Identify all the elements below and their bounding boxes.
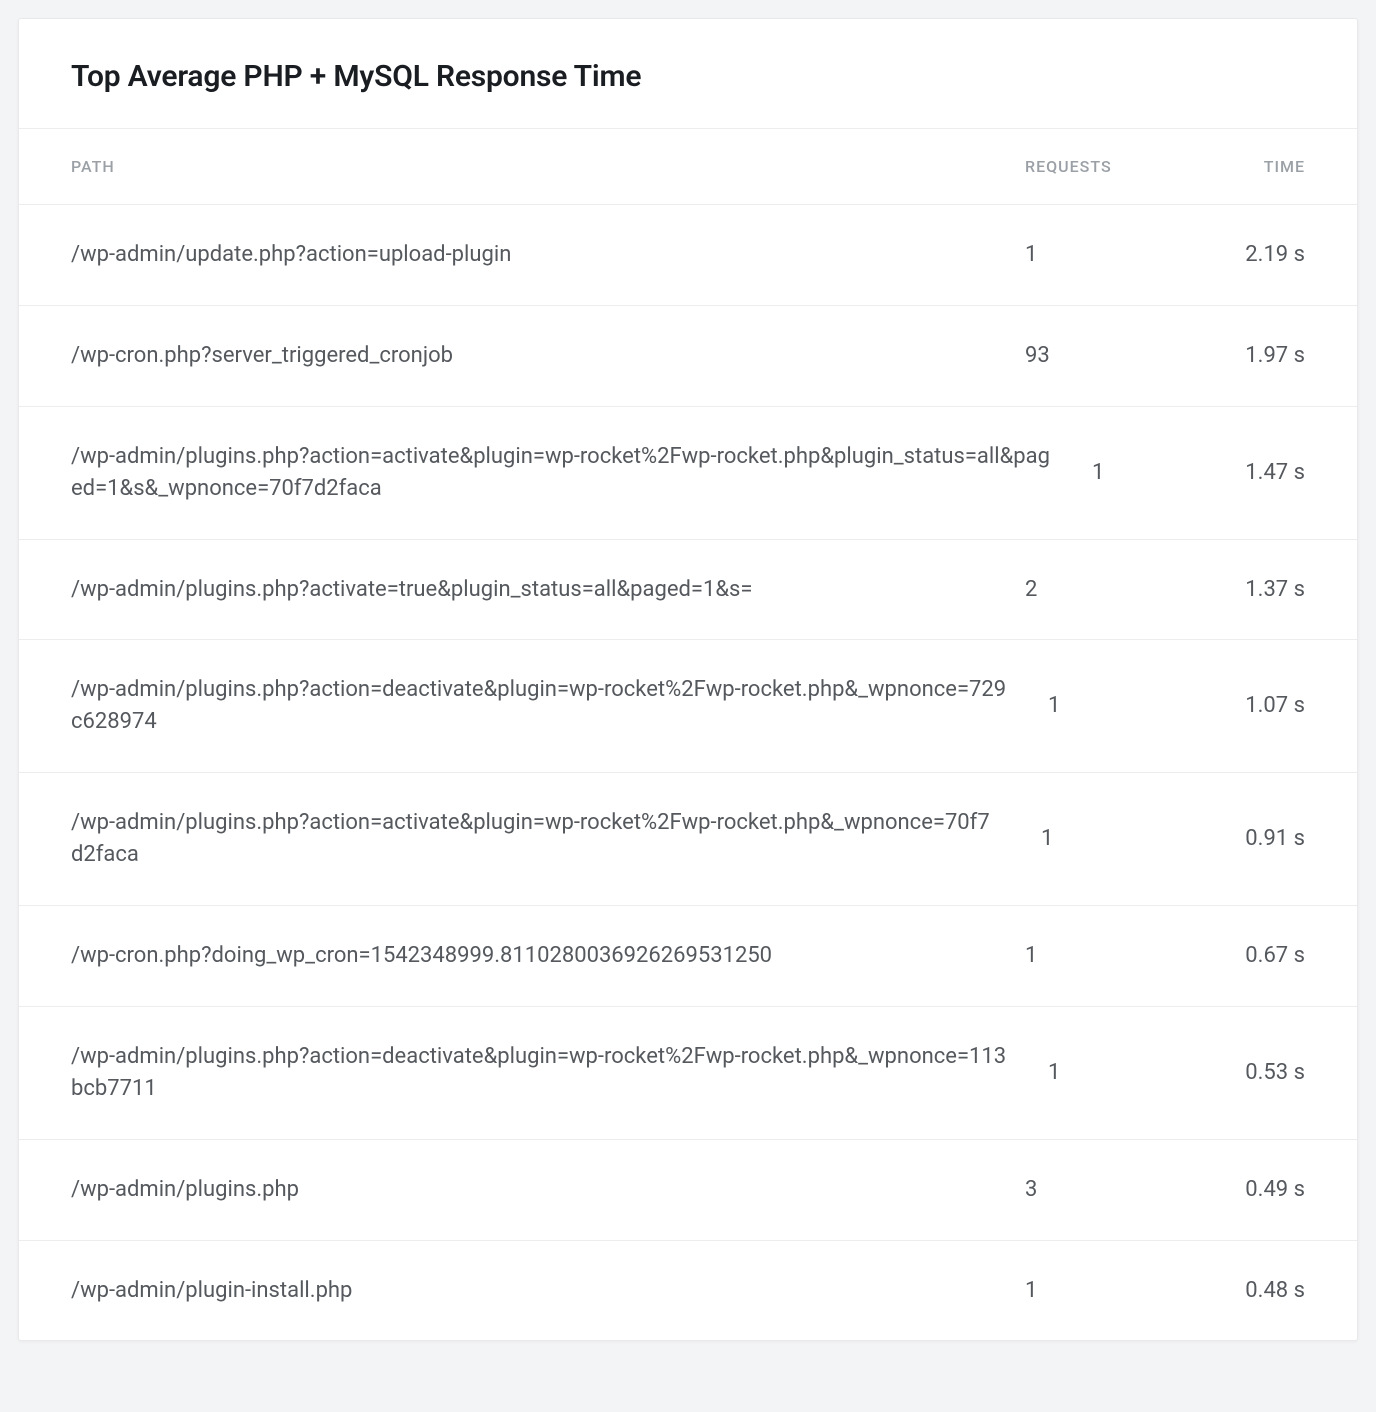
column-header-path[interactable]: PATH bbox=[71, 157, 1025, 176]
table-header-row: PATH REQUESTS TIME bbox=[19, 129, 1357, 205]
cell-path: /wp-admin/plugins.php?action=deactivate&… bbox=[71, 674, 1048, 738]
table-row[interactable]: /wp-admin/update.php?action=upload-plugi… bbox=[19, 205, 1357, 306]
cell-time: 1.97 s bbox=[1185, 340, 1305, 372]
cell-requests: 2 bbox=[1025, 574, 1185, 606]
table-row[interactable]: /wp-admin/plugins.php?action=deactivate&… bbox=[19, 640, 1357, 773]
cell-time: 1.47 s bbox=[1214, 457, 1305, 489]
cell-path: /wp-admin/plugins.php?action=activate&pl… bbox=[71, 807, 1041, 871]
column-header-time[interactable]: TIME bbox=[1185, 157, 1305, 176]
cell-time: 1.37 s bbox=[1185, 574, 1305, 606]
cell-path: /wp-cron.php?server_triggered_cronjob bbox=[71, 340, 1025, 372]
cell-requests: 1 bbox=[1025, 1275, 1185, 1307]
card-title: Top Average PHP + MySQL Response Time bbox=[71, 59, 1305, 94]
cell-time: 0.91 s bbox=[1192, 823, 1305, 855]
table-row[interactable]: /wp-admin/plugins.php?action=deactivate&… bbox=[19, 1007, 1357, 1140]
cell-time: 2.19 s bbox=[1185, 239, 1305, 271]
table-row[interactable]: /wp-cron.php?server_triggered_cronjob931… bbox=[19, 306, 1357, 407]
cell-path: /wp-admin/plugin-install.php bbox=[71, 1275, 1025, 1307]
cell-requests: 1 bbox=[1048, 1057, 1195, 1089]
column-header-requests[interactable]: REQUESTS bbox=[1025, 157, 1185, 176]
table-row[interactable]: /wp-admin/plugin-install.php10.48 s bbox=[19, 1241, 1357, 1341]
cell-requests: 1 bbox=[1092, 457, 1214, 489]
cell-path: /wp-admin/plugins.php?activate=true&plug… bbox=[71, 574, 1025, 606]
cell-requests: 1 bbox=[1025, 239, 1185, 271]
table-row[interactable]: /wp-admin/plugins.php?action=activate&pl… bbox=[19, 407, 1357, 540]
table-row[interactable]: /wp-cron.php?doing_wp_cron=1542348999.81… bbox=[19, 906, 1357, 1007]
cell-time: 0.53 s bbox=[1195, 1057, 1305, 1089]
table-row[interactable]: /wp-admin/plugins.php?activate=true&plug… bbox=[19, 540, 1357, 641]
cell-requests: 1 bbox=[1041, 823, 1192, 855]
cell-path: /wp-cron.php?doing_wp_cron=1542348999.81… bbox=[71, 940, 1025, 972]
cell-requests: 3 bbox=[1025, 1174, 1185, 1206]
cell-time: 0.49 s bbox=[1185, 1174, 1305, 1206]
table-row[interactable]: /wp-admin/plugins.php30.49 s bbox=[19, 1140, 1357, 1241]
card-header: Top Average PHP + MySQL Response Time bbox=[19, 19, 1357, 129]
response-time-card: Top Average PHP + MySQL Response Time PA… bbox=[18, 18, 1358, 1341]
cell-path: /wp-admin/plugins.php?action=deactivate&… bbox=[71, 1041, 1048, 1105]
cell-requests: 1 bbox=[1025, 940, 1185, 972]
cell-time: 0.67 s bbox=[1185, 940, 1305, 972]
cell-requests: 93 bbox=[1025, 340, 1185, 372]
cell-path: /wp-admin/plugins.php?action=activate&pl… bbox=[71, 441, 1092, 505]
cell-time: 0.48 s bbox=[1185, 1275, 1305, 1307]
cell-requests: 1 bbox=[1048, 690, 1195, 722]
table-body: /wp-admin/update.php?action=upload-plugi… bbox=[19, 205, 1357, 1340]
table-row[interactable]: /wp-admin/plugins.php?action=activate&pl… bbox=[19, 773, 1357, 906]
cell-path: /wp-admin/plugins.php bbox=[71, 1174, 1025, 1206]
cell-time: 1.07 s bbox=[1195, 690, 1305, 722]
cell-path: /wp-admin/update.php?action=upload-plugi… bbox=[71, 239, 1025, 271]
